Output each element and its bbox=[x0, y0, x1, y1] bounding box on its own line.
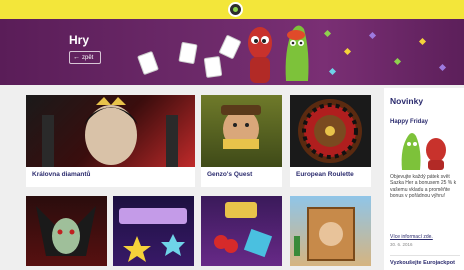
game-thumbnail bbox=[290, 95, 371, 167]
game-thumbnail bbox=[290, 196, 371, 266]
game-thumbnail bbox=[26, 196, 107, 266]
game-tile[interactable] bbox=[201, 196, 282, 266]
top-bar bbox=[0, 0, 464, 19]
green-mascot-icon bbox=[285, 25, 309, 82]
divider bbox=[390, 255, 460, 256]
bar-slot-art bbox=[214, 202, 273, 258]
diamond-queen-art bbox=[42, 97, 178, 167]
news-mascots-image bbox=[401, 133, 446, 170]
news-text: Objevujte každý pátek svět Sazka Her a b… bbox=[390, 174, 457, 199]
game-title: European Roulette bbox=[296, 171, 354, 178]
sidebar-title: Novinky bbox=[390, 96, 424, 106]
logo-dot bbox=[233, 7, 238, 12]
sparkle-icon bbox=[343, 47, 352, 56]
playing-card-icon bbox=[178, 41, 198, 65]
playing-card-icon bbox=[203, 55, 223, 79]
arrow-left-icon: ← bbox=[73, 54, 80, 61]
gonzos-quest-art bbox=[221, 105, 261, 149]
game-tile[interactable]: Královna diamantů bbox=[26, 95, 195, 187]
smiley-logo-icon[interactable] bbox=[228, 2, 243, 17]
red-mascot-icon bbox=[248, 27, 272, 83]
game-thumbnail bbox=[201, 95, 282, 167]
news-sidebar: Novinky Happy Friday Objevujte každý pát… bbox=[384, 88, 464, 270]
sparkle-icon bbox=[368, 31, 377, 40]
sparkle-icon bbox=[438, 63, 447, 72]
wanted-poster-art bbox=[294, 207, 355, 261]
hero-banner: Hry ← zpět bbox=[0, 19, 464, 85]
news-more-link[interactable]: Více informací zde. bbox=[390, 234, 433, 240]
game-tile[interactable]: European Roulette bbox=[290, 95, 371, 187]
sparkle-icon bbox=[393, 57, 402, 66]
back-button[interactable]: ← zpět bbox=[69, 51, 101, 64]
sparkle-icon bbox=[323, 29, 332, 38]
roulette-wheel-art bbox=[298, 99, 362, 163]
game-title: Královna diamantů bbox=[32, 171, 91, 178]
game-tile[interactable] bbox=[113, 196, 194, 266]
playing-card-icon bbox=[218, 34, 242, 60]
game-tile[interactable] bbox=[290, 196, 371, 266]
playing-card-icon bbox=[137, 50, 159, 76]
game-thumbnail bbox=[26, 95, 195, 167]
news-date: 30. 6. 2016 bbox=[390, 242, 413, 247]
back-label: zpět bbox=[82, 55, 94, 61]
game-tile[interactable] bbox=[26, 196, 107, 266]
game-thumbnail bbox=[201, 196, 282, 266]
sparkle-icon bbox=[328, 67, 337, 76]
news-title[interactable]: Happy Friday bbox=[390, 119, 428, 125]
vampire-art bbox=[36, 206, 96, 256]
game-title: Genzo's Quest bbox=[207, 171, 253, 178]
news-next-title[interactable]: Vyzkoušejte Eurojackpot bbox=[390, 260, 455, 266]
sparkle-icon bbox=[418, 37, 427, 46]
page-title: Hry bbox=[69, 33, 90, 47]
game-tile[interactable]: Genzo's Quest bbox=[201, 95, 282, 187]
starburst-art bbox=[119, 208, 187, 262]
game-thumbnail bbox=[113, 196, 194, 266]
